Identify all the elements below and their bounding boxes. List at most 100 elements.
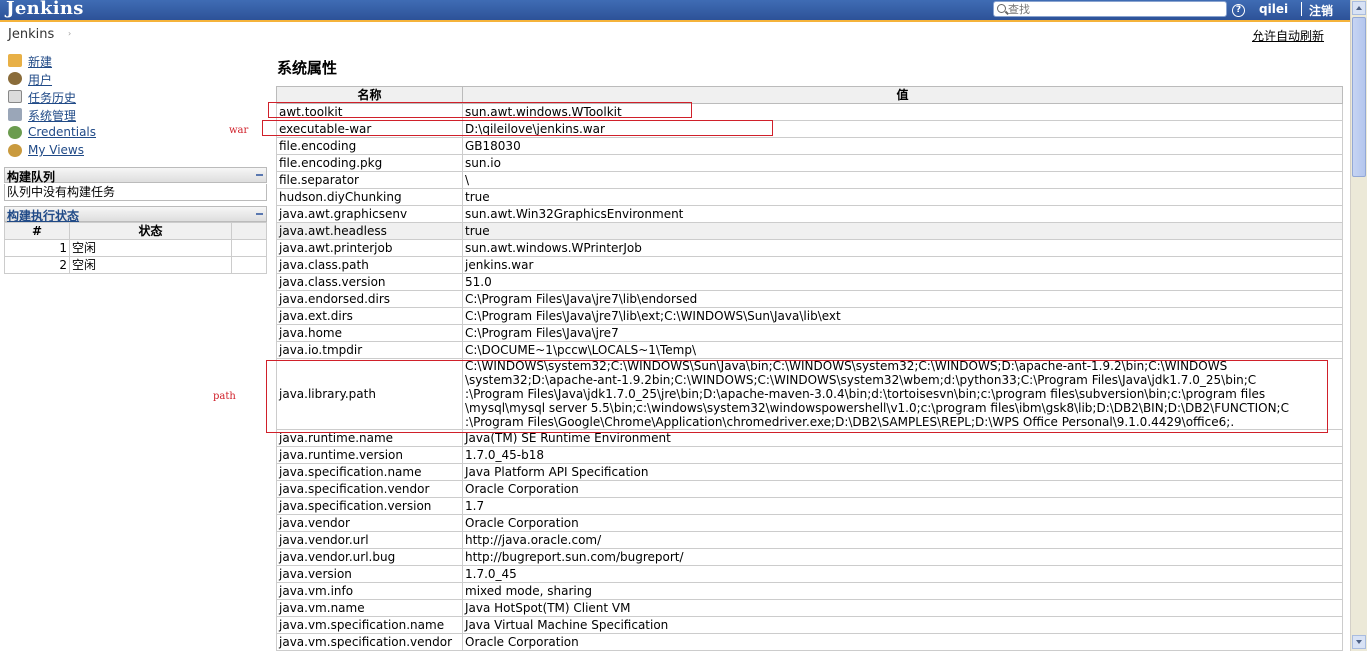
build-history-icon: [8, 90, 22, 103]
property-name: java.vm.info: [276, 582, 463, 600]
property-name: java.runtime.version: [276, 446, 463, 464]
property-name: java.endorsed.dirs: [276, 290, 463, 308]
user-link[interactable]: qilei: [1259, 2, 1288, 16]
sidebar-item-label[interactable]: 新建: [28, 53, 52, 70]
property-name: java.specification.name: [276, 463, 463, 481]
sidebar-item-label[interactable]: 系统管理: [28, 107, 76, 124]
scroll-thumb[interactable]: [1352, 17, 1366, 177]
build-queue-title: 构建队列: [7, 170, 56, 184]
property-value: Java Platform API Specification: [462, 463, 1343, 481]
help-icon[interactable]: ?: [1232, 4, 1245, 17]
arrow-down-icon: [1356, 640, 1362, 644]
property-row: java.ext.dirs C:\Program Files\Java\jre7\…: [276, 307, 1343, 325]
property-value: 1.7: [462, 497, 1343, 515]
property-value: Oracle Corporation: [462, 480, 1343, 498]
property-value: C:\Program Files\Java\jre7: [462, 324, 1343, 342]
system-properties-table: 名称 值 awt.toolkit sun.awt.windows.WToolkit…: [276, 86, 1343, 651]
breadcrumb-root[interactable]: Jenkins: [8, 27, 54, 42]
executor-num: 1: [4, 239, 70, 257]
property-row: hudson.diyChunking true: [276, 188, 1343, 206]
search-input[interactable]: [1008, 2, 1218, 16]
property-row: java.specification.name Java Platform API…: [276, 463, 1343, 481]
property-row: file.separator \: [276, 171, 1343, 189]
property-row: java.vm.name Java HotSpot(TM) Client VM: [276, 599, 1343, 617]
property-name: java.runtime.name: [276, 429, 463, 447]
property-name: java.vm.specification.vendor: [276, 633, 463, 651]
property-name: java.awt.graphicsenv: [276, 205, 463, 223]
property-value: 51.0: [462, 273, 1343, 291]
property-name: file.encoding: [276, 137, 463, 155]
executors-col-status: 状态: [69, 222, 232, 240]
property-value: 1.7.0_45: [462, 565, 1343, 583]
property-row: java.endorsed.dirs C:\Program Files\Java\…: [276, 290, 1343, 308]
property-value: jenkins.war: [462, 256, 1343, 274]
property-row: java.class.path jenkins.war: [276, 256, 1343, 274]
executor-extra: [231, 256, 267, 274]
sidebar-item-label[interactable]: 任务历史: [28, 89, 76, 106]
property-name: java.awt.headless: [276, 222, 463, 240]
annotation-war-label: war: [229, 125, 249, 136]
property-value: C:\Program Files\Java\jre7\lib\endorsed: [462, 290, 1343, 308]
property-name: java.specification.vendor: [276, 480, 463, 498]
property-value: Java HotSpot(TM) Client VM: [462, 599, 1343, 617]
sidebar-item-label[interactable]: Credentials: [28, 125, 96, 139]
property-name: file.separator: [276, 171, 463, 189]
collapse-icon[interactable]: [256, 174, 263, 176]
property-value: http://java.oracle.com/: [462, 531, 1343, 549]
property-value: Java Virtual Machine Specification: [462, 616, 1343, 634]
property-value: D:\qileilove\jenkins.war: [462, 120, 1343, 138]
build-queue-empty: 队列中没有构建任务: [4, 184, 267, 201]
property-value: sun.awt.windows.WPrinterJob: [462, 239, 1343, 257]
property-row: java.vm.specification.name Java Virtual M…: [276, 616, 1343, 634]
property-value: true: [462, 188, 1343, 206]
executor-row: 1 空闲: [4, 239, 267, 257]
property-row: java.vendor.url.bug http://bugreport.sun.…: [276, 548, 1343, 566]
property-name: awt.toolkit: [276, 103, 463, 121]
property-name: java.ext.dirs: [276, 307, 463, 325]
breadcrumb-arrow-icon: ›: [68, 29, 72, 38]
property-value: http://bugreport.sun.com/bugreport/: [462, 548, 1343, 566]
property-value: sun.io: [462, 154, 1343, 172]
property-row: executable-war D:\qileilove\jenkins.war: [276, 120, 1343, 138]
property-row: java.runtime.name Java(TM) SE Runtime Env…: [276, 429, 1343, 447]
property-row: java.vendor.url http://java.oracle.com/: [276, 531, 1343, 549]
property-value: Java(TM) SE Runtime Environment: [462, 429, 1343, 447]
arrow-up-icon: [1356, 6, 1362, 10]
property-value: C:\WINDOWS\system32;C:\WINDOWS\Sun\Java\…: [462, 358, 1343, 430]
page-title: 系统属性: [277, 59, 338, 77]
executors-col-extra: [231, 222, 267, 240]
manage-jenkins-icon: [8, 108, 22, 121]
property-name: java.vm.specification.name: [276, 616, 463, 634]
property-name: java.version: [276, 565, 463, 583]
property-name: java.library.path: [276, 358, 463, 430]
vertical-scrollbar[interactable]: [1350, 0, 1367, 651]
executors-table: # 状态 1 空闲 2 空闲: [4, 222, 267, 274]
property-row: java.vm.info mixed mode, sharing: [276, 582, 1343, 600]
executor-extra: [231, 239, 267, 257]
scroll-up-button[interactable]: [1352, 1, 1366, 15]
property-row: java.version 1.7.0_45: [276, 565, 1343, 583]
sidebar-item-label[interactable]: My Views: [28, 143, 84, 157]
property-value: \: [462, 171, 1343, 189]
executor-num: 2: [4, 256, 70, 274]
collapse-icon[interactable]: [256, 213, 263, 215]
search-box[interactable]: [993, 1, 1227, 17]
property-value: sun.awt.windows.WToolkit: [462, 103, 1343, 121]
property-row: java.awt.headless true: [276, 222, 1343, 240]
property-value: true: [462, 222, 1343, 240]
logout-link[interactable]: 注销: [1309, 2, 1333, 19]
auto-refresh-link[interactable]: 允许自动刷新: [1252, 27, 1324, 44]
property-row: java.class.version 51.0: [276, 273, 1343, 291]
sidebar-item-label[interactable]: 用户: [28, 71, 52, 88]
scroll-down-button[interactable]: [1352, 635, 1366, 649]
property-row: java.runtime.version 1.7.0_45-b18: [276, 446, 1343, 464]
property-row: java.awt.graphicsenv sun.awt.Win32Graphic…: [276, 205, 1343, 223]
my-views-icon: [8, 144, 22, 157]
property-value: 1.7.0_45-b18: [462, 446, 1343, 464]
executors-header: 构建执行状态: [4, 206, 267, 223]
property-row: java.specification.version 1.7: [276, 497, 1343, 515]
property-row: java.awt.printerjob sun.awt.windows.WPrin…: [276, 239, 1343, 257]
new-job-icon: [8, 54, 22, 67]
executor-status: 空闲: [69, 256, 232, 274]
jenkins-logo[interactable]: Jenkins: [6, 0, 84, 19]
